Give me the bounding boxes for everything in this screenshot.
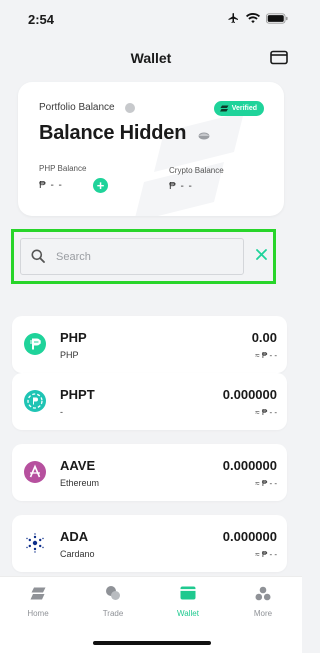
wifi-icon bbox=[246, 12, 260, 23]
tab-label: Trade bbox=[102, 609, 124, 618]
asset-amount: 0.00 bbox=[251, 330, 277, 345]
asset-symbol: ADA bbox=[60, 529, 89, 544]
bottom-tab-bar: Home Trade Wallet More bbox=[0, 576, 302, 653]
eye-hidden-icon[interactable] bbox=[198, 132, 210, 140]
portfolio-balance-label: Portfolio Balance bbox=[39, 102, 115, 113]
asset-amount: 0.000000 bbox=[222, 387, 277, 402]
status-bar: 2:54 bbox=[0, 0, 302, 40]
search-box[interactable] bbox=[20, 238, 244, 275]
page-title: Wallet bbox=[130, 50, 172, 66]
php-balance-value: ₱ - - bbox=[39, 180, 63, 191]
home-icon bbox=[30, 587, 46, 599]
portfolio-card: Portfolio Balance Verified Balance Hidde… bbox=[18, 82, 284, 216]
add-funds-button[interactable]: + bbox=[93, 178, 108, 193]
asset-fiat-value: ≈ ₱ - - bbox=[255, 550, 277, 559]
asset-fiat-value: ≈ ₱ - - bbox=[255, 351, 277, 360]
airplane-icon bbox=[228, 13, 238, 23]
balance-hidden-text: Balance Hidden bbox=[39, 122, 187, 144]
asset-symbol: PHP bbox=[60, 330, 87, 345]
header: Wallet bbox=[0, 44, 302, 74]
asset-row-ada[interactable]: ADA Cardano 0.000000 ≈ ₱ - - bbox=[12, 515, 287, 572]
asset-row-phpt[interactable]: PHPT - 0.000000 ≈ ₱ - - bbox=[12, 373, 287, 430]
verified-icon bbox=[219, 105, 229, 112]
asset-name: Cardano bbox=[60, 549, 95, 559]
crypto-balance-label: Crypto Balance bbox=[169, 166, 224, 175]
asset-name: PHP bbox=[60, 350, 79, 360]
asset-amount: 0.000000 bbox=[222, 529, 277, 544]
phpt-icon bbox=[24, 390, 46, 412]
tab-label: More bbox=[253, 609, 273, 618]
verified-badge: Verified bbox=[213, 101, 264, 116]
aave-icon bbox=[24, 461, 46, 483]
home-indicator bbox=[93, 641, 211, 645]
search-area bbox=[11, 229, 276, 284]
asset-fiat-value: ≈ ₱ - - bbox=[255, 479, 277, 488]
battery-icon bbox=[266, 12, 288, 24]
ada-icon bbox=[24, 532, 46, 554]
asset-amount: 0.000000 bbox=[222, 458, 277, 473]
more-icon bbox=[255, 586, 271, 600]
tab-label: Wallet bbox=[177, 609, 199, 618]
status-time: 2:54 bbox=[28, 12, 55, 27]
info-icon[interactable] bbox=[125, 103, 135, 113]
asset-symbol: AAVE bbox=[60, 458, 96, 473]
verified-label: Verified bbox=[231, 105, 257, 112]
php-icon bbox=[24, 333, 46, 355]
wallet-card-button[interactable] bbox=[270, 50, 290, 68]
status-icons bbox=[227, 12, 288, 24]
asset-name: Ethereum bbox=[60, 478, 100, 488]
asset-symbol: PHPT bbox=[60, 387, 95, 402]
search-icon bbox=[31, 249, 45, 263]
tab-home[interactable]: Home bbox=[8, 585, 68, 618]
asset-row-php[interactable]: PHP PHP 0.00 ≈ ₱ - - bbox=[12, 316, 287, 373]
crypto-balance-value: ₱ - - bbox=[169, 181, 193, 192]
tab-more[interactable]: More bbox=[233, 585, 293, 618]
tab-label: Home bbox=[27, 609, 49, 618]
close-icon[interactable] bbox=[256, 249, 267, 260]
trade-icon bbox=[106, 586, 120, 600]
asset-row-aave[interactable]: AAVE Ethereum 0.000000 ≈ ₱ - - bbox=[12, 444, 287, 501]
asset-fiat-value: ≈ ₱ - - bbox=[255, 408, 277, 417]
wallet-icon bbox=[180, 586, 196, 600]
asset-name: - bbox=[60, 407, 63, 417]
php-balance-label: PHP Balance bbox=[39, 164, 87, 173]
tab-wallet[interactable]: Wallet bbox=[158, 585, 218, 618]
card-icon bbox=[270, 50, 288, 65]
tab-trade[interactable]: Trade bbox=[83, 585, 143, 618]
search-input[interactable] bbox=[56, 249, 226, 265]
